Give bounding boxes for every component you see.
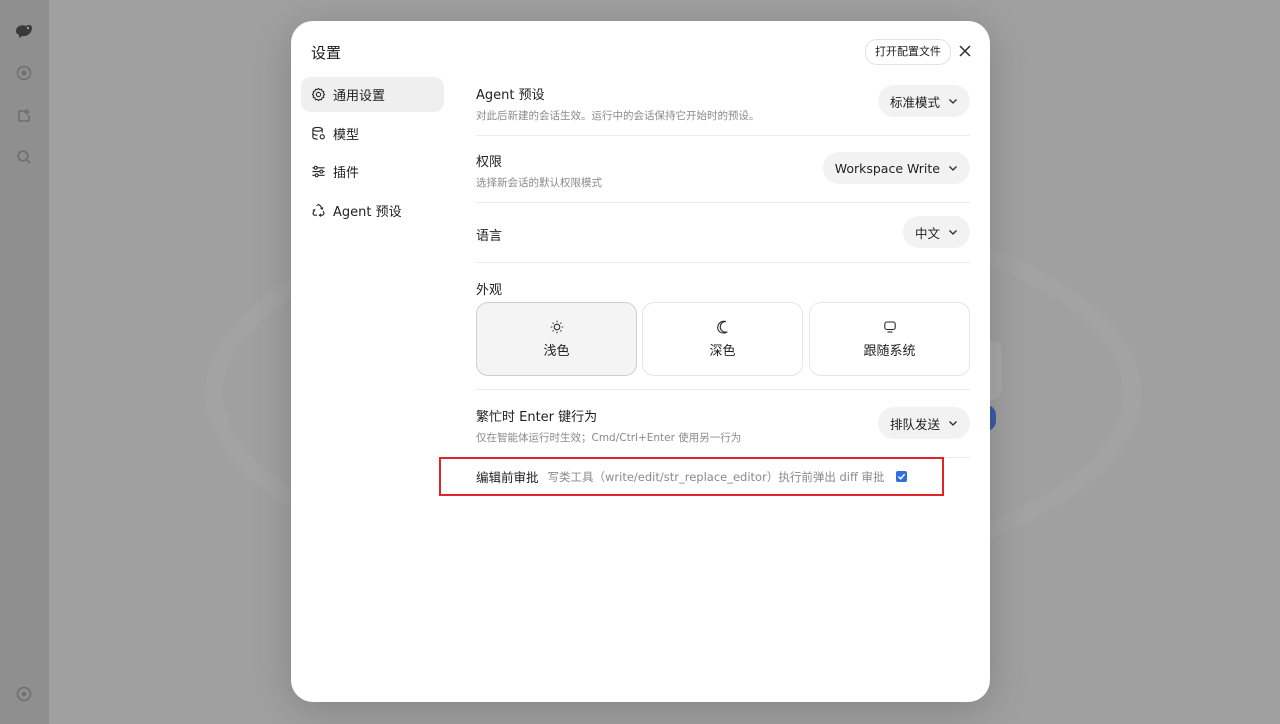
agent-preset-select[interactable]: 标准模式 [877, 85, 970, 117]
theme-option-light[interactable]: 浅色 [476, 302, 637, 376]
check-icon [897, 473, 905, 480]
chevron-down-icon [948, 227, 958, 237]
moon-icon [716, 320, 730, 334]
app-logo-icon [14, 21, 34, 41]
busy-enter-value: 排队发送 [889, 416, 940, 432]
settings-sidebar: 通用设置 模型 插件 Agent 预设 [301, 77, 444, 231]
agent-preset-value: 标准模式 [889, 94, 940, 110]
sidebar-item-label: 插件 [333, 166, 360, 181]
database-icon [311, 126, 326, 141]
theme-option-label: 浅色 [543, 343, 570, 359]
theme-option-system[interactable]: 跟随系统 [809, 302, 970, 376]
theme-option-label: 深色 [709, 343, 736, 359]
appearance-row: 外观 [476, 279, 970, 298]
sun-icon [550, 320, 564, 334]
sidebar-item-label: 通用设置 [333, 89, 386, 104]
sidebar-item-models[interactable]: 模型 [301, 116, 444, 151]
theme-options: 浅色 深色 跟随系统 [476, 302, 970, 376]
language-value: 中文 [914, 225, 940, 241]
language-select[interactable]: 中文 [902, 216, 970, 248]
settings-dialog: 设置 打开配置文件 通用设置 模型 插件 Agent 预设 Agent 预设 对… [291, 21, 990, 702]
chevron-down-icon [948, 96, 958, 106]
sidebar-item-general[interactable]: 通用设置 [301, 77, 444, 112]
divider [476, 135, 970, 136]
edit-approval-checkbox[interactable] [895, 471, 907, 482]
search-icon[interactable] [14, 147, 34, 167]
divider [476, 262, 970, 263]
sidebar-item-label: 模型 [333, 127, 360, 143]
language-title: 语言 [476, 229, 503, 244]
close-icon [959, 42, 971, 61]
language-row: 语言 [476, 225, 970, 244]
open-config-file-button[interactable]: 打开配置文件 [865, 39, 951, 65]
close-button[interactable] [955, 41, 975, 61]
appearance-title: 外观 [476, 283, 503, 298]
sliders-icon [311, 164, 326, 179]
new-chat-icon[interactable] [14, 106, 34, 126]
divider [476, 202, 970, 203]
chevron-down-icon [948, 418, 958, 428]
edit-approval-row: 编辑前审批 写类工具（write/edit/str_replace_editor… [476, 467, 907, 486]
busy-enter-select[interactable]: 排队发送 [877, 407, 970, 439]
settings-gear-icon[interactable] [14, 684, 34, 704]
permission-select[interactable]: Workspace Write [822, 152, 970, 184]
theme-option-dark[interactable]: 深色 [642, 302, 803, 376]
monitor-icon [883, 320, 897, 334]
theme-option-label: 跟随系统 [863, 343, 916, 359]
target-icon[interactable] [14, 63, 34, 83]
gear-icon [311, 87, 326, 102]
sidebar-item-label: Agent 预设 [333, 204, 402, 220]
edit-approval-title: 编辑前审批 [476, 470, 539, 485]
divider [476, 389, 970, 390]
edit-approval-description: 写类工具（write/edit/str_replace_editor）执行前弹出… [547, 469, 885, 484]
sidebar-item-agent-preset[interactable]: Agent 预设 [301, 193, 444, 228]
permission-value: Workspace Write [834, 160, 940, 176]
app-sidebar-rail [0, 0, 50, 724]
chevron-down-icon [948, 163, 958, 173]
sidebar-item-plugins[interactable]: 插件 [301, 154, 444, 189]
dialog-title: 设置 [311, 44, 342, 62]
recycle-icon [311, 203, 326, 218]
